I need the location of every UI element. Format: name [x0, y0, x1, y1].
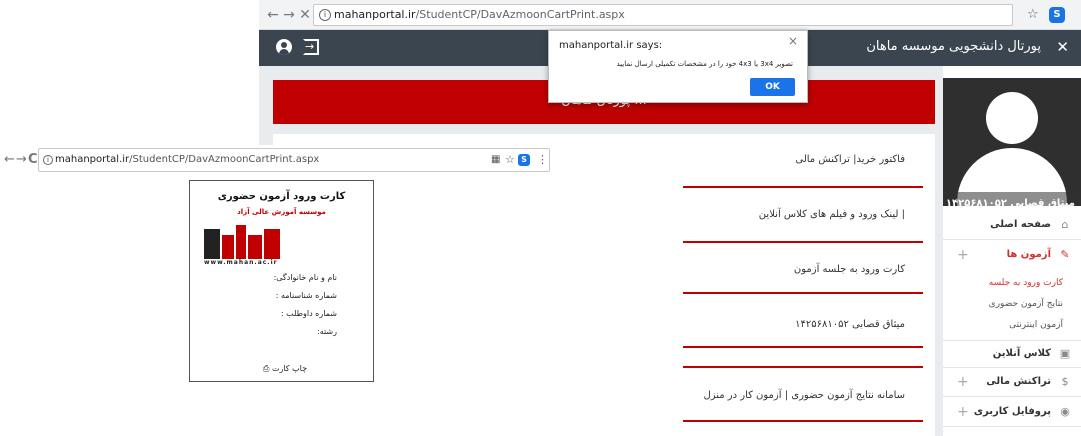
divider: [683, 420, 923, 422]
field-major: رشته:: [317, 327, 337, 336]
browser-toolbar: ← → C i mahanportal.ir/StudentCP/DavAzmo…: [0, 145, 560, 175]
sidebar-item-home[interactable]: ⌂ صفحه اصلی: [943, 212, 1081, 240]
link-online-class[interactable]: | لینک ورود و فیلم های کلاس آنلاین: [759, 209, 905, 220]
url-path: /StudentCP/DavAzmoonCartPrint.aspx: [129, 154, 320, 165]
info-icon[interactable]: i: [43, 155, 53, 165]
url-host: mahanportal.ir: [55, 154, 130, 165]
divider: [683, 186, 923, 188]
field-id-number: شماره شناسنامه :: [275, 291, 337, 300]
translate-icon[interactable]: ▦: [491, 154, 500, 165]
home-icon: ⌂: [1061, 218, 1069, 231]
card-title: کارت ورود آزمون حضوری: [217, 191, 346, 202]
sidebar-item-label: کلاس آنلاین: [992, 348, 1051, 359]
address-bar[interactable]: i mahanportal.ir/StudentCP/DavAzmoonCart…: [38, 148, 550, 172]
url-path: /StudentCP/DavAzmoonCartPrint.aspx: [415, 8, 625, 21]
address-bar[interactable]: i mahanportal.ir/StudentCP/DavAzmoonCart…: [313, 4, 1013, 26]
ok-button[interactable]: OK: [750, 78, 795, 96]
bookmark-star-icon[interactable]: ☆: [1027, 7, 1039, 22]
link-invoice[interactable]: فاکتور خرید| تراکنش مالی: [795, 154, 905, 165]
menu-icon[interactable]: ⋮: [537, 153, 548, 166]
close-icon[interactable]: ×: [788, 34, 798, 48]
close-icon[interactable]: ✕: [1056, 38, 1069, 56]
student-name: میثاق قصابی ۱۴۲۵۶۸۱۰۵۲: [795, 319, 905, 330]
printer-icon: ⎙: [263, 364, 270, 373]
page-title: پورتال دانشجویی موسسه ماهان: [866, 39, 1041, 54]
info-icon[interactable]: i: [319, 9, 331, 21]
back-icon[interactable]: ←: [265, 7, 281, 23]
sidebar-item-label: پروفایل کاربری: [973, 406, 1051, 417]
sidebar-item-label: صفحه اصلی: [990, 219, 1051, 230]
card-subtitle: موسسه آموزش عالی آزاد: [237, 208, 326, 216]
close-tab-icon[interactable]: ✕: [297, 7, 313, 23]
forward-icon[interactable]: →: [16, 152, 27, 167]
expand-plus-icon[interactable]: +: [957, 247, 969, 263]
extension-icon[interactable]: S: [1049, 7, 1065, 23]
alert-message: تصویر 3x4 یا 4x3 خود را در مشخصات تکمیلی…: [616, 60, 794, 68]
reload-icon[interactable]: C: [28, 152, 38, 167]
card-website: www.mahan.ac.ir: [204, 259, 278, 266]
sub-item-online-exam[interactable]: آزمون اینترنتی: [1009, 320, 1063, 330]
sidebar-item-label: آزمون ها: [1006, 249, 1051, 260]
pencil-icon: ✎: [1060, 248, 1070, 261]
divider: [683, 241, 923, 243]
print-preview-window: ← → C i mahanportal.ir/StudentCP/DavAzmo…: [0, 145, 560, 436]
url-host: mahanportal.ir: [334, 8, 416, 21]
user-circle-icon: ◉: [1060, 405, 1070, 418]
forward-icon[interactable]: →: [281, 7, 297, 23]
entry-card: کارت ورود آزمون حضوری موسسه آموزش عالی آ…: [189, 180, 374, 382]
sidebar-item-transactions[interactable]: + $ تراکنش مالی: [943, 369, 1081, 397]
sidebar: میثاق قصابی ۱۴۲۵۶۸۱۰۵۲ ⌂ صفحه اصلی + ✎ آ…: [943, 66, 1081, 436]
mahan-logo: [204, 221, 281, 259]
expand-plus-icon[interactable]: +: [957, 374, 969, 390]
alert-title: mahanportal.ir says:: [559, 40, 663, 51]
user-name: میثاق قصابی ۱۴۲۵۶۸۱۰۵۲: [943, 192, 1081, 206]
bookmark-star-icon[interactable]: ☆: [505, 153, 515, 166]
user-icon[interactable]: [276, 39, 292, 55]
sub-item-entry-card[interactable]: کارت ورود به جلسه: [989, 278, 1063, 288]
extension-icon[interactable]: S: [518, 154, 530, 166]
browser-toolbar: ← → ✕ i mahanportal.ir/StudentCP/DavAzmo…: [259, 0, 1081, 30]
monitor-icon: ▣: [1059, 347, 1071, 360]
print-card-label: چاپ کارت: [271, 364, 308, 373]
divider: [683, 292, 923, 294]
sub-item-exam-results[interactable]: نتایج آزمون حضوری: [989, 299, 1063, 309]
back-icon[interactable]: ←: [4, 152, 15, 167]
field-candidate-number: شماره داوطلب :: [280, 309, 337, 318]
dollar-icon: $: [1061, 375, 1069, 388]
print-card-button[interactable]: چاپ کارت ⎙: [263, 364, 307, 374]
expand-plus-icon[interactable]: +: [957, 404, 969, 420]
field-full-name: نام و نام خانوادگی:: [273, 273, 337, 282]
logout-icon[interactable]: →: [303, 39, 319, 55]
alert-dialog: mahanportal.ir says: × تصویر 3x4 یا 4x3 …: [548, 30, 808, 103]
divider: [683, 346, 923, 348]
sidebar-item-exams[interactable]: + ✎ آزمون ها: [943, 242, 1081, 270]
link-entry-card[interactable]: کارت ورود به جلسه آزمون: [794, 264, 905, 275]
sidebar-item-profile[interactable]: + ◉ پروفایل کاربری: [943, 399, 1081, 427]
link-exam-results[interactable]: سامانه نتایج آزمون حضوری | آزمون کار در …: [703, 390, 905, 401]
sidebar-item-online-class[interactable]: ▣ کلاس آنلاین: [943, 340, 1081, 368]
sidebar-item-label: تراکنش مالی: [986, 376, 1051, 387]
divider: [683, 366, 923, 368]
avatar: میثاق قصابی ۱۴۲۵۶۸۱۰۵۲: [943, 78, 1081, 206]
